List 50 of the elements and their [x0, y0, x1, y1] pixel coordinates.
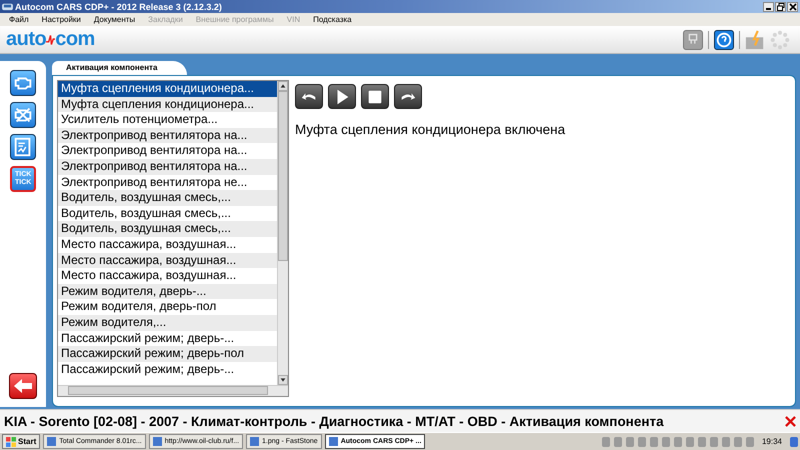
- show-desktop-icon[interactable]: [790, 436, 798, 446]
- scroll-up-icon[interactable]: [278, 81, 288, 91]
- list-item[interactable]: Место пассажира, воздушная...: [58, 252, 277, 268]
- list-item[interactable]: Муфта сцепления кондиционера...: [58, 96, 277, 112]
- list-item[interactable]: Пассажирский режим; дверь-...: [58, 362, 277, 378]
- autocom-logo: auto com: [6, 28, 95, 51]
- back-button[interactable]: [9, 373, 37, 399]
- car-icon: [2, 2, 13, 11]
- menu-item[interactable]: Настройки: [42, 15, 81, 24]
- list-item[interactable]: Водитель, воздушная смесь,...: [58, 206, 277, 222]
- previous-button[interactable]: [295, 84, 323, 109]
- list-item[interactable]: Пассажирский режим; дверь-пол: [58, 346, 277, 362]
- windows-flag-icon: [6, 436, 16, 446]
- list-item[interactable]: Водитель, воздушная смесь,...: [58, 221, 277, 237]
- breadcrumb-path: KIA - Sorento [02-08] - 2007 - Климат-контроль - Диагностика - MT/AT - OBD - Активация компонента: [4, 414, 664, 428]
- vertical-scrollbar[interactable]: [277, 81, 288, 385]
- menu-item[interactable]: Файл: [9, 15, 29, 24]
- window-title: Autocom CARS CDP+ - 2012 Release 3 (2.12.3.2): [15, 2, 222, 12]
- list-item[interactable]: Режим водителя,...: [58, 314, 277, 330]
- list-item[interactable]: Режим водителя, дверь-...: [58, 284, 277, 300]
- list-item[interactable]: Электропривод вентилятора на...: [58, 128, 277, 144]
- minimize-icon: [766, 8, 771, 10]
- close-icon: [788, 2, 796, 10]
- list-item[interactable]: Водитель, воздушная смесь,...: [58, 190, 277, 206]
- clock: 19:34: [762, 437, 782, 446]
- list-item[interactable]: Пассажирский режим; дверь-...: [58, 330, 277, 346]
- next-button[interactable]: [394, 84, 422, 109]
- start-button[interactable]: Start: [2, 434, 40, 449]
- tab[interactable]: Активация компонента: [52, 61, 188, 75]
- close-button[interactable]: [787, 2, 798, 12]
- minimize-button[interactable]: [763, 2, 774, 12]
- status-message: Муфта сцепления кондиционера включена: [295, 122, 566, 137]
- sidebar-button[interactable]: [10, 102, 36, 128]
- stop-button[interactable]: [361, 84, 389, 109]
- help-button[interactable]: [714, 30, 734, 50]
- horizontal-scrollbar[interactable]: [58, 385, 288, 396]
- list-item[interactable]: Электропривод вентилятора на...: [58, 158, 277, 175]
- help-icon: [715, 30, 733, 48]
- play-button[interactable]: [328, 84, 356, 109]
- menu-item[interactable]: Подсказка: [313, 15, 352, 24]
- list-item[interactable]: Электропривод вентилятора не...: [58, 174, 277, 190]
- close-icon: [785, 416, 796, 426]
- sidebar-button[interactable]: [10, 70, 36, 96]
- restore-icon: [776, 2, 784, 10]
- restore-button[interactable]: [775, 2, 786, 12]
- menu-item[interactable]: Документы: [94, 15, 136, 24]
- scroll-down-icon[interactable]: [278, 375, 288, 385]
- stop-icon: [366, 88, 384, 106]
- list-item[interactable]: Муфта сцепления кондиционера...: [58, 81, 277, 97]
- sidebar-button[interactable]: [10, 134, 36, 160]
